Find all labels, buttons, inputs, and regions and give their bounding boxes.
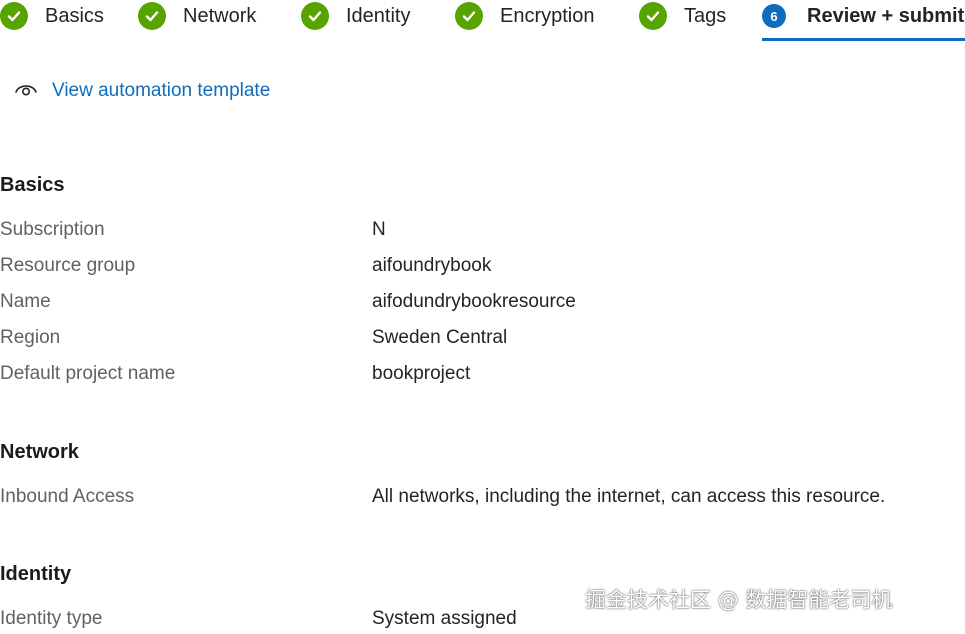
row-label: Inbound Access <box>0 486 135 507</box>
row-value: N <box>372 219 386 240</box>
checkmark-circle-icon <box>639 2 667 30</box>
row-label: Default project name <box>0 363 176 384</box>
tab-network[interactable]: Network <box>138 0 256 32</box>
section-title-network: Network <box>0 441 79 463</box>
tab-identity[interactable]: Identity <box>301 0 410 32</box>
row-value: System assigned <box>372 608 517 629</box>
tab-encryption[interactable]: Encryption <box>455 0 595 32</box>
summary-row-subscription: Subscription N <box>0 215 965 245</box>
tab-label: Identity <box>346 4 411 27</box>
section-title-basics: Basics <box>0 174 65 196</box>
view-automation-template-link[interactable]: View automation template <box>14 76 270 106</box>
row-value: aifoundrybook <box>372 255 492 276</box>
checkmark-circle-icon <box>301 2 329 30</box>
tab-label: Basics <box>45 4 104 27</box>
tab-tags[interactable]: Tags <box>639 0 726 32</box>
checkmark-circle-icon <box>0 2 28 30</box>
summary-row-inbound-access: Inbound Access All networks, including t… <box>0 482 965 512</box>
active-tab-indicator <box>762 38 965 41</box>
checkmark-circle-icon <box>455 2 483 30</box>
tab-label: Tags <box>684 4 727 27</box>
row-label: Subscription <box>0 219 105 240</box>
row-value: Sweden Central <box>372 327 508 348</box>
row-label: Name <box>0 291 51 312</box>
tab-label: Network <box>183 4 257 27</box>
checkmark-circle-icon <box>138 2 166 30</box>
row-label: Region <box>0 327 61 348</box>
tab-label: Review + submit <box>807 4 965 27</box>
summary-row-default-project-name: Default project name bookproject <box>0 359 965 389</box>
tab-label: Encryption <box>500 4 595 27</box>
eye-icon <box>14 81 38 102</box>
summary-row-resource-group: Resource group aifoundrybook <box>0 251 965 281</box>
row-value: bookproject <box>372 363 471 384</box>
summary-row-name: Name aifodundrybookresource <box>0 287 965 317</box>
section-title-identity: Identity <box>0 563 72 585</box>
step-number-badge: 6 <box>762 4 786 28</box>
summary-row-region: Region Sweden Central <box>0 323 965 353</box>
row-label: Identity type <box>0 608 103 629</box>
tab-review-submit[interactable]: 6 Review + submit <box>762 0 964 32</box>
row-label: Resource group <box>0 255 136 276</box>
watermark-text: 掘金技术社区 @ 数据智能老司机 <box>585 588 893 612</box>
link-label: View automation template <box>52 80 271 101</box>
row-value: All networks, including the internet, ca… <box>372 486 886 507</box>
row-value: aifodundrybookresource <box>372 291 576 312</box>
wizard-tabs: Basics Network Identity Encryption Tags … <box>0 0 965 42</box>
tab-basics[interactable]: Basics <box>0 0 104 32</box>
